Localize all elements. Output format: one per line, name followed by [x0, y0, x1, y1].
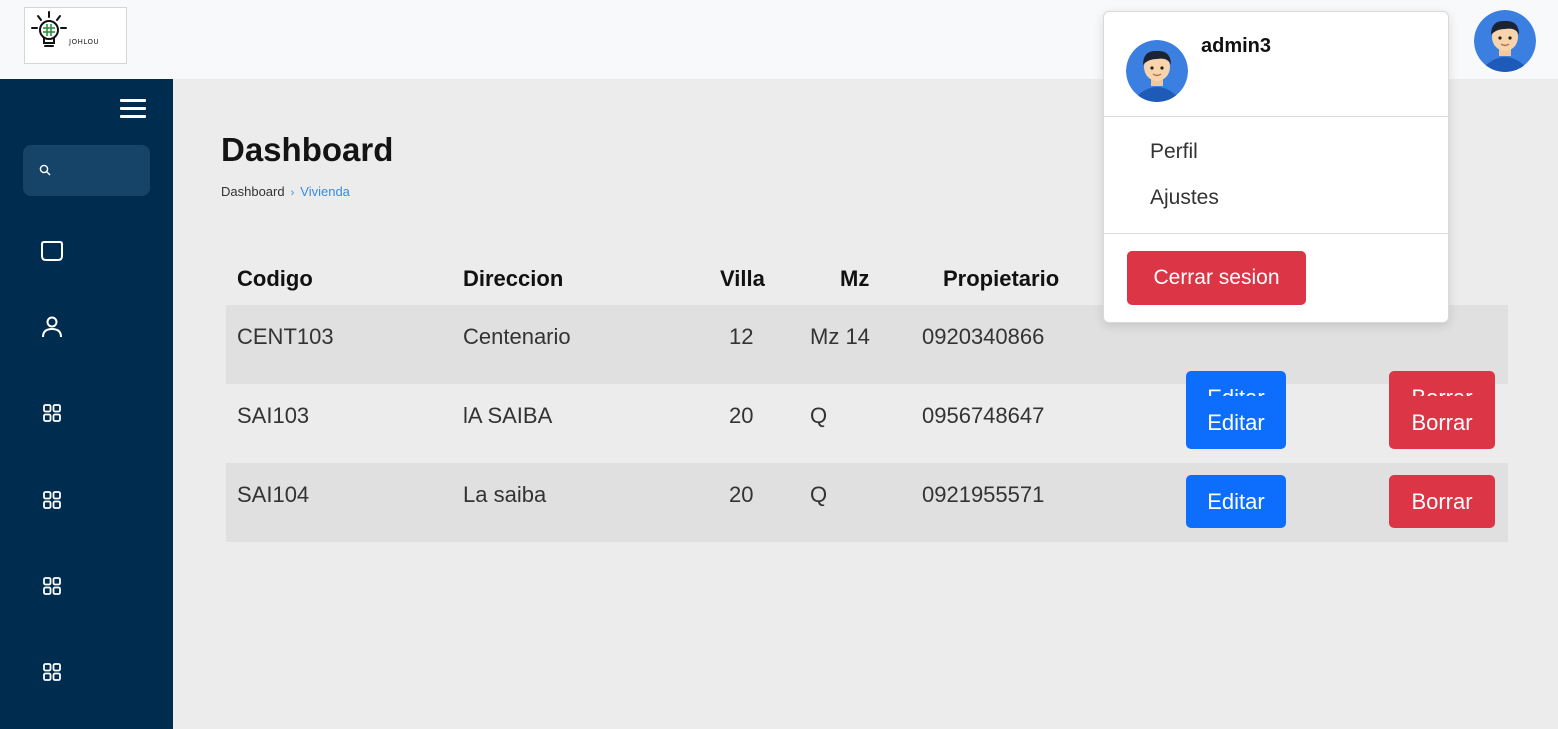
divider	[1104, 116, 1448, 117]
cell-mz: Q	[810, 482, 828, 507]
column-header-codigo: Codigo	[237, 266, 313, 291]
column-header-direccion: Direccion	[463, 266, 564, 291]
breadcrumb: Dashboard › Vivienda	[221, 184, 350, 199]
cell-propietario: 0921955571	[922, 482, 1045, 507]
breadcrumb-root[interactable]: Dashboard	[221, 184, 285, 199]
delete-button[interactable]: Borrar	[1389, 475, 1495, 528]
column-header-mz: Mz	[840, 266, 870, 291]
lightbulb-icon	[31, 11, 67, 47]
brand-logo[interactable]: JOHLOU	[24, 7, 127, 64]
breadcrumb-current[interactable]: Vivienda	[300, 184, 350, 199]
chevron-right-icon: ›	[290, 187, 295, 199]
column-header-villa: Villa	[720, 266, 765, 291]
cell-propietario: 0920340866	[922, 324, 1045, 349]
brand-text: JOHLOU	[69, 38, 100, 46]
menu-toggle-icon[interactable]	[120, 99, 146, 119]
cell-villa: 20	[729, 403, 754, 428]
cell-direccion: La saiba	[463, 482, 547, 507]
table-row: SAI103 lA SAIBA 20 Q 0956748647 Editar B…	[226, 384, 1508, 463]
column-header-propietario: Propietario	[943, 266, 1060, 291]
cell-mz: Mz 14	[810, 324, 870, 349]
cell-mz: Q	[810, 403, 828, 428]
cell-codigo: CENT103	[237, 324, 334, 349]
cell-codigo: SAI103	[237, 403, 310, 428]
cell-direccion: lA SAIBA	[463, 403, 553, 428]
user-dropdown-menu: admin3 Perfil Ajustes Cerrar sesion	[1103, 11, 1449, 323]
grid-icon[interactable]	[39, 400, 65, 426]
cell-propietario: 0956748647	[922, 403, 1045, 428]
page-title: Dashboard	[221, 131, 394, 168]
grid-icon[interactable]	[39, 659, 65, 685]
grid-icon[interactable]	[39, 573, 65, 599]
divider	[1104, 233, 1448, 234]
search-icon	[39, 164, 51, 176]
table-row: SAI104 La saiba 20 Q 0921955571 Editar B…	[226, 463, 1508, 542]
username: admin3	[1201, 35, 1272, 57]
edit-button[interactable]: Editar	[1186, 475, 1286, 528]
cell-direccion: Centenario	[463, 324, 571, 349]
sidebar	[0, 79, 173, 729]
logout-button[interactable]: Cerrar sesion	[1127, 251, 1306, 305]
square-rounded-icon[interactable]	[39, 238, 65, 264]
grid-icon[interactable]	[39, 487, 65, 513]
user-avatar-icon	[1126, 40, 1188, 102]
user-avatar-icon[interactable]	[1474, 10, 1536, 72]
cell-codigo: SAI104	[237, 482, 310, 507]
delete-button[interactable]: Borrar	[1389, 396, 1495, 449]
edit-button[interactable]: Editar	[1186, 396, 1286, 449]
menu-item-ajustes[interactable]: Ajustes	[1150, 186, 1219, 210]
sidebar-search[interactable]	[23, 145, 150, 196]
cell-villa: 20	[729, 482, 754, 507]
user-icon[interactable]	[39, 314, 65, 340]
cell-villa: 12	[729, 324, 754, 349]
menu-item-perfil[interactable]: Perfil	[1150, 140, 1198, 164]
